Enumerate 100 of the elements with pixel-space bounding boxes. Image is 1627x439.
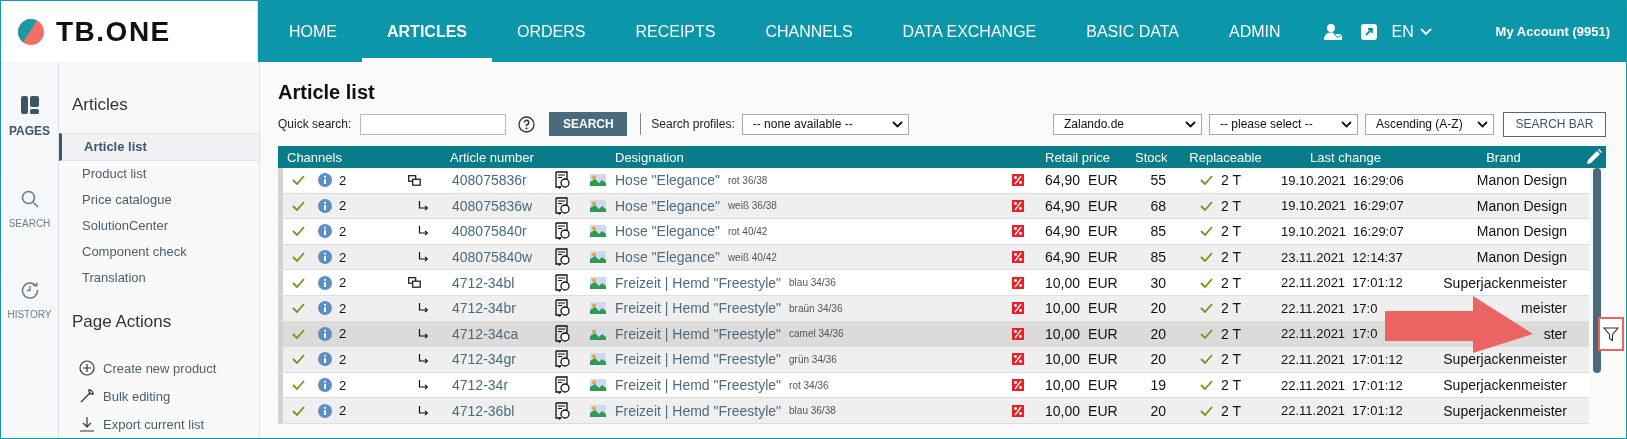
field-dropdown[interactable]: -- please select -- [1209, 113, 1358, 135]
percent-icon[interactable] [1012, 276, 1024, 289]
article-number[interactable]: 4712-34br [448, 300, 548, 317]
column-header[interactable]: Replaceable [1178, 149, 1273, 165]
article-number[interactable]: 408075836w [448, 197, 548, 214]
nav-tab[interactable]: RECEIPTS [610, 1, 741, 62]
search-bar-button[interactable]: SEARCH BAR [1503, 111, 1606, 137]
column-header[interactable]: Brand [1418, 149, 1589, 165]
nav-tab[interactable]: ARTICLES [362, 1, 492, 62]
table-row[interactable]: 2 408075840r Hose "Elegance" rot 40/42 64,90 EUR 85 2 T 19.10.2021 16:29:07 Manon Design [278, 219, 1589, 245]
document-search-icon[interactable] [555, 376, 571, 395]
info-icon[interactable] [318, 326, 332, 341]
image-icon[interactable] [590, 199, 606, 212]
article-number[interactable]: 408075840r [448, 223, 548, 240]
percent-icon[interactable] [1012, 379, 1024, 392]
percent-icon[interactable] [1012, 174, 1024, 187]
nav-tab[interactable]: BASIC DATA [1061, 1, 1205, 62]
action-link[interactable]: Create new product [103, 360, 217, 376]
info-icon[interactable] [318, 301, 332, 316]
product-name-link[interactable]: Freizeit | Hemd "Freestyle" [615, 274, 782, 291]
percent-icon[interactable] [1012, 353, 1024, 366]
action-link[interactable]: Export current list [103, 416, 205, 432]
sidebar-item[interactable]: Product list [59, 161, 259, 187]
image-icon[interactable] [590, 404, 606, 417]
nav-tab[interactable]: HOME [264, 1, 362, 62]
account-link[interactable]: My Account (9951) [1495, 24, 1610, 39]
product-name-link[interactable]: Freizeit | Hemd "Freestyle" [615, 325, 782, 342]
image-icon[interactable] [590, 302, 606, 315]
article-number[interactable]: 4712-34gr [448, 351, 548, 368]
table-row[interactable]: 2 408075836r Hose "Elegance" rot 36/38 64,90 EUR 55 2 T 19.10.2021 16:29:06 Manon Design [278, 168, 1589, 194]
help-icon[interactable] [518, 115, 536, 133]
image-icon[interactable] [590, 251, 606, 264]
nav-tab[interactable]: ORDERS [492, 1, 611, 62]
column-header[interactable]: Last change [1273, 149, 1418, 165]
product-name-link[interactable]: Freizeit | Hemd "Freestyle" [615, 351, 782, 368]
document-search-icon[interactable] [555, 401, 571, 420]
language-dropdown[interactable]: EN [1391, 22, 1432, 41]
rail-tab[interactable]: SEARCH [8, 190, 51, 229]
info-icon[interactable] [318, 224, 332, 239]
column-header[interactable]: Retail price [1043, 149, 1133, 165]
rail-tab[interactable]: PAGES [8, 96, 51, 138]
user-mail-icon[interactable] [1323, 22, 1342, 41]
product-name-link[interactable]: Hose "Elegance" [615, 197, 720, 214]
rail-tab[interactable]: HISTORY [7, 281, 52, 320]
action-link[interactable]: Bulk editing [103, 388, 171, 404]
sidebar-item[interactable]: Component check [59, 239, 259, 265]
article-number[interactable]: 4712-34r [448, 377, 548, 394]
table-row[interactable]: 2 4712-36bl Freizeit | Hemd "Freestyle" blau 36/38 10,00 EUR 20 2 T 22.11.2021 17:01:12 Superjackenmeister [278, 398, 1589, 424]
document-search-icon[interactable] [555, 273, 571, 292]
image-icon[interactable] [590, 327, 606, 340]
image-icon[interactable] [590, 353, 606, 366]
image-icon[interactable] [590, 379, 606, 392]
filter-button[interactable] [1598, 317, 1624, 351]
document-search-icon[interactable] [555, 350, 571, 369]
sidebar-item[interactable]: Article list [59, 133, 259, 161]
document-search-icon[interactable] [555, 196, 571, 215]
info-icon[interactable] [318, 403, 332, 418]
article-number[interactable]: 4712-34bl [448, 274, 548, 291]
column-header[interactable]: Channels [285, 149, 408, 165]
column-header[interactable]: Article number [448, 149, 548, 165]
article-number[interactable]: 408075840w [448, 249, 548, 266]
percent-icon[interactable] [1012, 302, 1024, 315]
percent-icon[interactable] [1012, 225, 1024, 238]
info-icon[interactable] [318, 352, 332, 367]
image-icon[interactable] [590, 174, 606, 187]
scrollbar-thumb[interactable] [1593, 168, 1601, 373]
document-search-icon[interactable] [555, 171, 571, 190]
info-icon[interactable] [318, 275, 332, 290]
document-search-icon[interactable] [555, 222, 571, 241]
info-icon[interactable] [318, 198, 332, 213]
nav-tab[interactable]: DATA EXCHANGE [877, 1, 1062, 62]
document-search-icon[interactable] [555, 324, 571, 343]
product-name-link[interactable]: Freizeit | Hemd "Freestyle" [615, 377, 782, 394]
article-number[interactable]: 4712-34ca [448, 325, 548, 342]
nav-tab[interactable]: ADMIN [1204, 1, 1306, 62]
article-number[interactable]: 408075836r [448, 172, 548, 189]
percent-icon[interactable] [1012, 251, 1024, 264]
product-name-link[interactable]: Freizeit | Hemd "Freestyle" [615, 402, 782, 419]
info-icon[interactable] [318, 173, 332, 188]
sidebar-item[interactable]: Translation [59, 265, 259, 291]
document-search-icon[interactable] [555, 299, 571, 318]
sort-dropdown[interactable]: Ascending (A-Z) [1365, 113, 1494, 135]
table-row[interactable]: 2 4712-34r Freizeit | Hemd "Freestyle" rot 34/36 10,00 EUR 19 2 T 22.11.2021 17:01:12 Superjackenmeister [278, 372, 1589, 399]
search-field[interactable] [360, 113, 507, 135]
product-name-link[interactable]: Hose "Elegance" [615, 249, 720, 266]
table-row[interactable]: 2 4712-34bl Freizeit | Hemd "Freestyle" blau 34/36 10,00 EUR 30 2 T 22.11.2021 17:01:12 Superjackenmeister [278, 270, 1589, 296]
table-row[interactable]: 2 4712-34gr Freizeit | Hemd "Freestyle" grün 34/36 10,00 EUR 20 2 T 22.11.2021 17:01:12 Superjackenmeister [278, 347, 1589, 373]
column-header[interactable]: Stock [1133, 149, 1178, 165]
article-number[interactable]: 4712-36bl [448, 402, 548, 419]
pencil-icon[interactable] [1586, 149, 1602, 165]
percent-icon[interactable] [1012, 199, 1024, 212]
document-search-icon[interactable] [555, 248, 571, 267]
external-link-icon[interactable] [1359, 22, 1378, 41]
image-icon[interactable] [590, 225, 606, 238]
image-icon[interactable] [590, 276, 606, 289]
column-header[interactable]: Designation [613, 149, 1008, 165]
percent-icon[interactable] [1012, 404, 1024, 417]
info-icon[interactable] [318, 378, 332, 393]
profiles-dropdown[interactable]: -- none available -- [741, 113, 909, 135]
channel-dropdown[interactable]: Zalando.de [1053, 113, 1202, 135]
